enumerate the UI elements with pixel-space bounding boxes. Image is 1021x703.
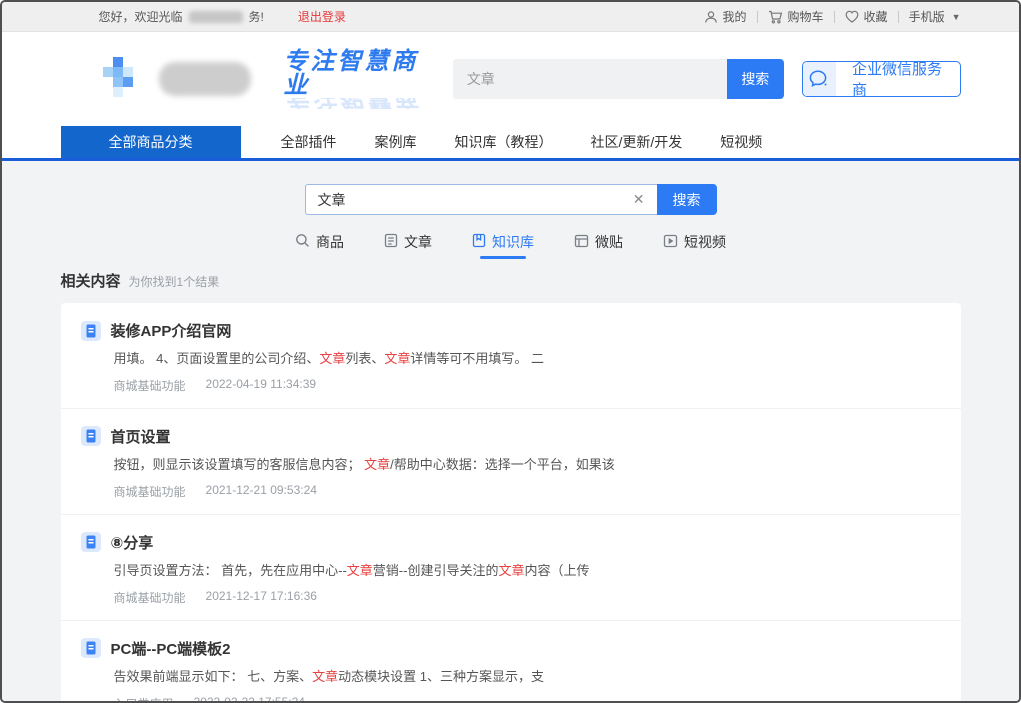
tagline-reflection: 专注智慧商业 [283, 98, 422, 109]
cart-link[interactable]: 购物车 [768, 8, 824, 25]
greeting-text: 您好，欢迎光临 [99, 8, 183, 25]
document-icon [81, 638, 101, 658]
result-meta: 商城基础功能 2021-12-21 09:53:24 [114, 483, 941, 500]
wechat-chat-icon [803, 62, 836, 96]
knowledge-icon [472, 233, 486, 251]
content-area: ✕ 搜索 商品 文章 知识库 微贴 [2, 161, 1019, 703]
tab-articles[interactable]: 文章 [380, 227, 436, 257]
wechat-service-label: 企业微信服务商 [836, 61, 960, 97]
logout-link[interactable]: 退出登录 [298, 8, 346, 25]
document-icon [81, 532, 101, 552]
tab-knowledge-base-label: 知识库 [492, 232, 534, 252]
result-type-tabs: 商品 文章 知识库 微贴 短视频 [2, 227, 1019, 257]
result-title[interactable]: 首页设置 [111, 426, 171, 447]
my-account-label: 我的 [723, 8, 747, 25]
tagline-text: 专注智慧商业 [283, 50, 422, 98]
cart-label: 购物车 [788, 8, 824, 25]
document-icon [81, 321, 101, 341]
main-search: ✕ 搜索 [305, 184, 717, 215]
result-item[interactable]: ⑧分享引导页设置方法： 首先，先在应用中心--文章营销--创建引导关注的文章内容… [61, 515, 961, 621]
result-description: 引导页设置方法： 首先，先在应用中心--文章营销--创建引导关注的文章内容（上传 [114, 563, 941, 580]
header-search-input[interactable] [453, 59, 727, 99]
favorites-link[interactable]: 收藏 [845, 8, 888, 25]
result-description: 用填。 4、页面设置里的公司介绍、文章列表、文章详情等可不用填写。 二 [114, 351, 941, 368]
divider [834, 11, 835, 23]
video-icon [663, 234, 678, 251]
tab-knowledge-base[interactable]: 知识库 [468, 227, 538, 257]
post-icon [574, 234, 589, 251]
site-logo[interactable]: 专注智慧商业 专注智慧商业 [61, 50, 423, 109]
result-title[interactable]: ⑧分享 [111, 532, 154, 553]
caret-down-icon: ▼ [952, 12, 961, 22]
clear-search-icon[interactable]: ✕ [621, 191, 657, 208]
document-icon [81, 426, 101, 446]
result-timestamp: 2022-02-23 17:55:24 [194, 695, 305, 703]
main-search-input[interactable] [306, 192, 621, 208]
browser-window: 您好，欢迎光临 务! 退出登录 我的 购物车 收藏 [0, 0, 1021, 703]
result-title[interactable]: 装修APP介绍官网 [111, 320, 232, 341]
nav-link-4[interactable]: 短视频 [720, 132, 762, 152]
article-icon [384, 233, 398, 251]
tab-articles-label: 文章 [404, 232, 432, 252]
top-utility-bar: 您好，欢迎光临 务! 退出登录 我的 购物车 收藏 [2, 2, 1019, 32]
site-header: 专注智慧商业 专注智慧商业 搜索 企业微信服务商 [2, 32, 1019, 126]
results-list: 装修APP介绍官网用填。 4、页面设置里的公司介绍、文章列表、文章详情等可不用填… [61, 303, 961, 703]
result-item[interactable]: 装修APP介绍官网用填。 4、页面设置里的公司介绍、文章列表、文章详情等可不用填… [61, 303, 961, 409]
tab-posts-label: 微贴 [595, 232, 623, 252]
nav-link-0[interactable]: 全部插件 [281, 132, 337, 152]
user-icon [704, 10, 718, 24]
result-meta: 商城基础功能 2021-12-17 17:16:36 [114, 589, 941, 606]
result-description: 告效果前端显示如下： 七、方案、文章动态模块设置 1、三种方案显示，支 [114, 669, 941, 686]
logo-mark-icon [101, 55, 145, 104]
result-timestamp: 2021-12-17 17:16:36 [206, 589, 317, 606]
blurred-username [189, 11, 243, 23]
result-category: 商城基础功能 [114, 589, 186, 606]
result-timestamp: 2021-12-21 09:53:24 [206, 483, 317, 500]
result-title[interactable]: PC端--PC端模板2 [111, 638, 231, 659]
nav-link-3[interactable]: 社区/更新/开发 [591, 132, 683, 152]
heart-icon [845, 10, 859, 23]
results-count: 为你找到1个结果 [129, 273, 220, 290]
greeting-suffix: 务! [249, 8, 264, 25]
favorites-label: 收藏 [864, 8, 888, 25]
mobile-version-label: 手机版 [909, 8, 945, 25]
nav-link-2[interactable]: 知识库（教程） [455, 132, 553, 152]
my-account-link[interactable]: 我的 [704, 8, 747, 25]
main-search-button[interactable]: 搜索 [657, 184, 717, 215]
nav-link-1[interactable]: 案例库 [375, 132, 417, 152]
divider [757, 11, 758, 23]
tab-short-videos[interactable]: 短视频 [659, 227, 730, 257]
result-category: 商城基础功能 [114, 377, 186, 394]
blurred-logo-text [159, 62, 252, 96]
result-category: 商城基础功能 [114, 483, 186, 500]
logo-tagline: 专注智慧商业 专注智慧商业 [283, 50, 422, 109]
result-meta: 入口类应用 2022-02-23 17:55:24 [114, 695, 941, 703]
result-description: 按钮，则显示该设置填写的客服信息内容； 文章/帮助中心数据：选择一个平台，如果该 [114, 457, 941, 474]
tab-posts[interactable]: 微贴 [570, 227, 627, 257]
result-item[interactable]: 首页设置按钮，则显示该设置填写的客服信息内容； 文章/帮助中心数据：选择一个平台… [61, 409, 961, 515]
result-meta: 商城基础功能 2022-04-19 11:34:39 [114, 377, 941, 394]
tab-short-videos-label: 短视频 [684, 232, 726, 252]
tab-goods[interactable]: 商品 [291, 227, 348, 257]
result-category: 入口类应用 [114, 695, 174, 703]
nav-all-categories[interactable]: 全部商品分类 [61, 126, 241, 158]
result-timestamp: 2022-04-19 11:34:39 [206, 377, 317, 394]
search-icon [295, 233, 310, 251]
wechat-service-button[interactable]: 企业微信服务商 [802, 61, 961, 97]
mobile-version-menu[interactable]: 手机版 ▼ [909, 8, 961, 25]
divider [898, 11, 899, 23]
results-heading: 相关内容 [61, 270, 121, 291]
header-search: 搜索 [453, 59, 784, 99]
header-search-button[interactable]: 搜索 [727, 59, 784, 99]
cart-icon [768, 10, 783, 24]
result-item[interactable]: PC端--PC端模板2 告效果前端显示如下： 七、方案、文章动态模块设置 1、三种… [61, 621, 961, 703]
main-nav: 全部商品分类 全部插件 案例库 知识库（教程） 社区/更新/开发 短视频 [2, 126, 1019, 158]
nav-links: 全部插件 案例库 知识库（教程） 社区/更新/开发 短视频 [281, 126, 763, 158]
tab-goods-label: 商品 [316, 232, 344, 252]
